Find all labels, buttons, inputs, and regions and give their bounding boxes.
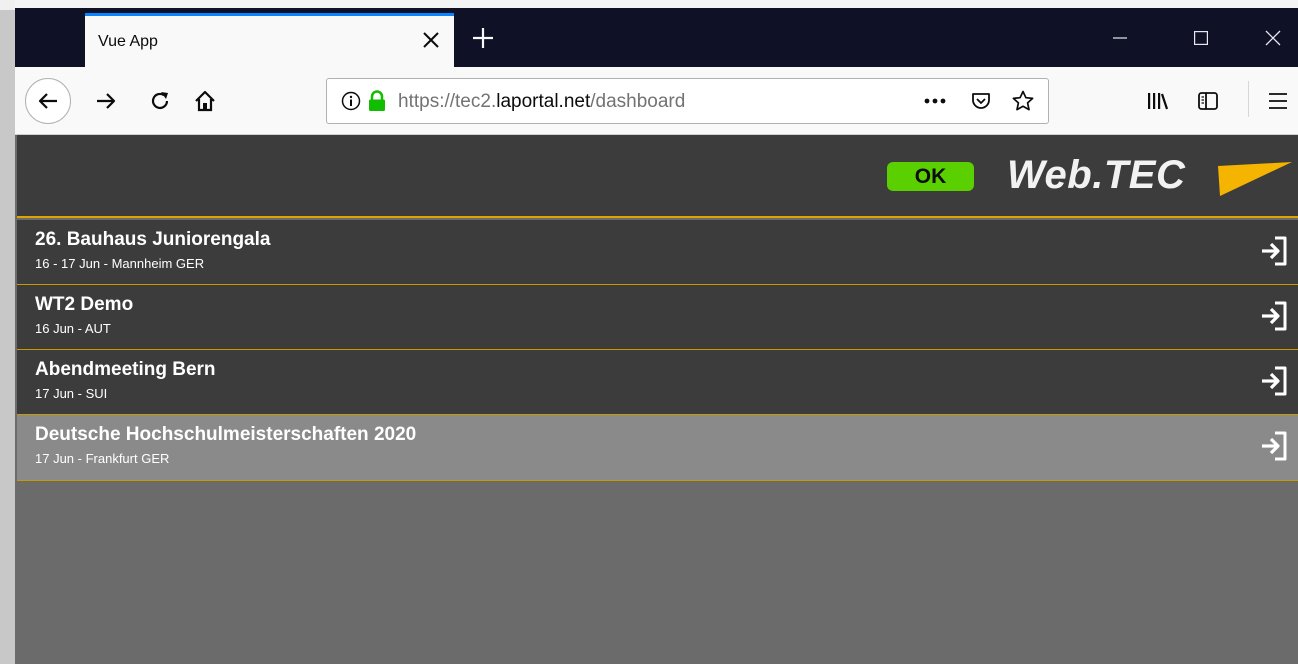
event-meta: 16 Jun - AUT bbox=[35, 321, 111, 336]
event-row[interactable]: WT2 Demo 16 Jun - AUT bbox=[17, 285, 1298, 350]
sign-in-icon[interactable] bbox=[1256, 363, 1292, 399]
home-icon[interactable] bbox=[185, 81, 225, 121]
event-name: WT2 Demo bbox=[35, 294, 134, 315]
url-text: https://tec2.laportal.net/dashboard bbox=[398, 91, 685, 113]
toolbar-separator bbox=[1248, 81, 1249, 117]
brand-logo-text: Web.TEC bbox=[1007, 153, 1186, 197]
sign-in-icon[interactable] bbox=[1256, 298, 1292, 334]
star-icon[interactable] bbox=[1011, 89, 1035, 113]
sign-in-icon[interactable] bbox=[1256, 233, 1292, 269]
event-row[interactable]: 26. Bauhaus Juniorengala 16 - 17 Jun - M… bbox=[17, 220, 1298, 285]
hamburger-menu-icon[interactable] bbox=[1258, 81, 1298, 121]
close-icon[interactable] bbox=[418, 26, 444, 54]
tab-active[interactable]: Vue App bbox=[85, 13, 454, 67]
title-bar: Vue App bbox=[15, 0, 1298, 67]
navigation-toolbar: https://tec2.laportal.net/dashboard bbox=[15, 67, 1298, 135]
browser-window: Vue App https://tec2.laportal.net/dashbo… bbox=[15, 0, 1298, 664]
logo-flag-icon bbox=[1218, 162, 1292, 196]
url-path: /dashboard bbox=[590, 91, 686, 112]
url-prefix: https://tec2. bbox=[398, 91, 497, 112]
lock-icon[interactable] bbox=[365, 89, 389, 113]
desktop-edge bbox=[0, 0, 15, 664]
event-list: 26. Bauhaus Juniorengala 16 - 17 Jun - M… bbox=[17, 220, 1298, 481]
window-close-icon[interactable] bbox=[1251, 22, 1295, 54]
event-row[interactable]: Abendmeeting Bern 17 Jun - SUI bbox=[17, 350, 1298, 415]
sign-in-icon[interactable] bbox=[1256, 428, 1292, 464]
info-icon[interactable] bbox=[339, 89, 363, 113]
library-icon[interactable] bbox=[1137, 81, 1177, 121]
app-header: OK Web.TEC bbox=[17, 135, 1298, 218]
status-badge: OK bbox=[887, 162, 974, 191]
event-meta: 17 Jun - SUI bbox=[35, 386, 108, 401]
plus-icon[interactable] bbox=[467, 22, 499, 54]
maximize-icon[interactable] bbox=[1179, 22, 1223, 54]
pocket-icon[interactable] bbox=[969, 89, 993, 113]
more-horizontal-icon[interactable] bbox=[923, 89, 947, 113]
event-name: Abendmeeting Bern bbox=[35, 359, 216, 380]
sidebar-icon[interactable] bbox=[1188, 81, 1228, 121]
tab-title: Vue App bbox=[98, 33, 158, 50]
event-name: 26. Bauhaus Juniorengala bbox=[35, 229, 271, 250]
url-domain: laportal.net bbox=[496, 91, 591, 112]
minimize-icon[interactable] bbox=[1098, 22, 1142, 54]
reload-icon[interactable] bbox=[140, 81, 180, 121]
event-name: Deutsche Hochschulmeisterschaften 2020 bbox=[35, 424, 417, 445]
arrow-right-icon[interactable] bbox=[86, 81, 126, 121]
arrow-left-icon[interactable] bbox=[25, 78, 71, 124]
event-row-hovered[interactable]: Deutsche Hochschulmeisterschaften 2020 1… bbox=[17, 415, 1298, 481]
url-bar[interactable]: https://tec2.laportal.net/dashboard bbox=[326, 78, 1049, 124]
tab-accent bbox=[85, 13, 454, 16]
event-meta: 16 - 17 Jun - Mannheim GER bbox=[35, 256, 205, 271]
event-meta: 17 Jun - Frankfurt GER bbox=[35, 451, 170, 466]
